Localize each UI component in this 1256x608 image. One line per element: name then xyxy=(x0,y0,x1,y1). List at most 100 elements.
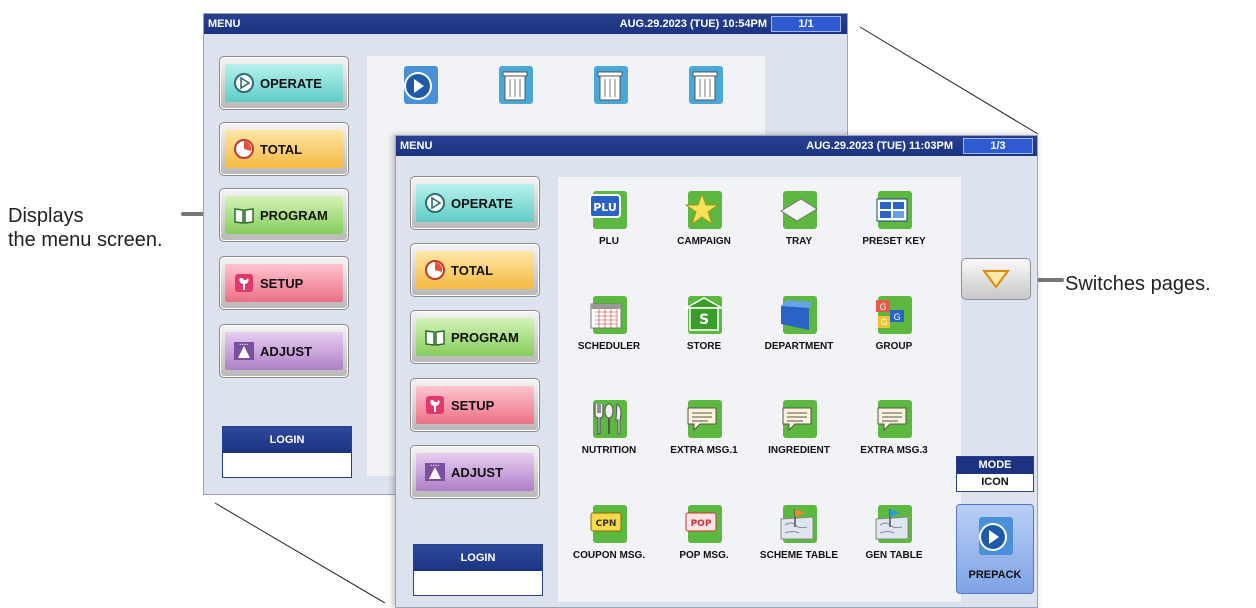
menu-screen-page-1-of-3: MENU AUG.29.2023 (TUE) 11:03PM 1/3 OPERA… xyxy=(395,135,1038,608)
message-icon xyxy=(687,400,722,438)
tile-label: GROUP xyxy=(875,341,913,352)
tray-icon xyxy=(780,191,818,229)
trash-icon xyxy=(499,66,533,104)
mode-value: ICON xyxy=(981,476,1009,488)
pop-msg-tile[interactable]: POP POP MSG. xyxy=(656,503,752,561)
operate-button[interactable]: OPERATE xyxy=(410,176,540,230)
coupon-icon: CPN xyxy=(590,505,627,543)
trash-icon xyxy=(689,66,723,104)
total-label: TOTAL xyxy=(260,141,303,157)
tile-label: CAMPAIGN xyxy=(677,236,731,247)
adjust-label: ADJUST xyxy=(260,343,313,359)
star-icon xyxy=(684,191,722,229)
menu-tile[interactable] xyxy=(562,64,658,104)
pie-clock-icon xyxy=(233,138,255,160)
extra-msg-3-tile[interactable]: EXTRA MSG.3 xyxy=(846,398,942,456)
group-icon: GGG xyxy=(876,296,912,334)
extra-msg-1-tile[interactable]: EXTRA MSG.1 xyxy=(656,398,752,456)
department-tile[interactable]: DEPARTMENT xyxy=(751,294,847,352)
play-icon xyxy=(404,66,438,104)
screen-title: MENU xyxy=(400,140,433,152)
preset-key-tile[interactable]: PRESET KEY xyxy=(846,189,942,247)
setup-button[interactable]: SETUP xyxy=(219,256,349,310)
login-box[interactable]: LOGIN xyxy=(222,426,352,478)
open-book-icon xyxy=(424,326,446,348)
coupon-msg-tile[interactable]: CPN COUPON MSG. xyxy=(561,503,657,561)
map-flag-icon xyxy=(780,505,817,543)
plu-tile[interactable]: PLU PLU xyxy=(561,189,657,247)
svg-text:G: G xyxy=(880,303,887,313)
operate-label: OPERATE xyxy=(451,195,513,211)
tile-label: SCHEME TABLE xyxy=(759,550,839,561)
menu-tile[interactable] xyxy=(657,64,753,104)
group-tile[interactable]: GGG GROUP xyxy=(846,294,942,352)
menu-tile[interactable] xyxy=(372,64,468,104)
adjust-button[interactable]: •••• ADJUST xyxy=(219,324,349,378)
total-button[interactable]: TOTAL xyxy=(219,122,349,176)
program-button[interactable]: PROGRAM xyxy=(219,188,349,242)
operate-label: OPERATE xyxy=(260,75,322,91)
gen-table-tile[interactable]: GEN TABLE xyxy=(846,503,942,561)
scale-icon: •••• xyxy=(233,340,255,362)
title-bar: MENU AUG.29.2023 (TUE) 11:03PM 1/3 xyxy=(396,136,1037,156)
tile-label: NUTRITION xyxy=(581,445,637,456)
tile-label: PLU xyxy=(599,236,619,247)
mode-indicator[interactable]: MODE ICON xyxy=(956,456,1034,492)
program-label: PROGRAM xyxy=(260,207,328,223)
store-tile[interactable]: S STORE xyxy=(656,294,752,352)
svg-text:G: G xyxy=(894,313,901,323)
title-bar: MENU AUG.29.2023 (TUE) 10:54PM 1/1 xyxy=(204,14,847,34)
play-circle-icon xyxy=(233,72,255,94)
program-button[interactable]: PROGRAM xyxy=(410,310,540,364)
setup-button[interactable]: SETUP xyxy=(410,378,540,432)
preset-key-icon xyxy=(876,191,912,229)
svg-text:••••: •••• xyxy=(430,463,439,468)
tile-label: GEN TABLE xyxy=(865,550,923,561)
wrench-icon xyxy=(233,272,255,294)
setup-label: SETUP xyxy=(451,397,495,413)
scale-icon: •••• xyxy=(424,461,446,483)
scheduler-tile[interactable]: SCHEDULER xyxy=(561,294,657,352)
nutrition-tile[interactable]: NUTRITION xyxy=(561,398,657,456)
tile-label: SCHEDULER xyxy=(577,341,641,352)
icon-panel: PLU PLU CAMPAIGN TRAY PRESET KEY SCHEDUL… xyxy=(558,177,961,602)
mode-label: MODE xyxy=(957,457,1033,474)
callout-switch-pages: Switches pages. xyxy=(1065,273,1211,295)
svg-text:S: S xyxy=(699,312,709,328)
login-box[interactable]: LOGIN xyxy=(413,544,543,596)
message-icon xyxy=(782,400,817,438)
map-flag-icon xyxy=(875,505,912,543)
page-down-button[interactable] xyxy=(961,258,1031,300)
tile-label: TRAY xyxy=(785,236,813,247)
scheme-table-tile[interactable]: SCHEME TABLE xyxy=(751,503,847,561)
open-book-icon xyxy=(233,204,255,226)
plu-icon: PLU xyxy=(589,191,627,229)
svg-text:••••: •••• xyxy=(239,342,248,347)
ingredient-tile[interactable]: INGREDIENT xyxy=(751,398,847,456)
program-label: PROGRAM xyxy=(451,329,519,345)
menu-tile[interactable] xyxy=(467,64,563,104)
page-indicator: 1/3 xyxy=(963,138,1033,154)
prepack-label: PREPACK xyxy=(968,569,1022,581)
tile-label: POP MSG. xyxy=(679,550,729,561)
operate-button[interactable]: OPERATE xyxy=(219,56,349,110)
campaign-tile[interactable]: CAMPAIGN xyxy=(656,189,752,247)
tile-label: COUPON MSG. xyxy=(572,550,646,561)
tray-tile[interactable]: TRAY xyxy=(751,189,847,247)
cutlery-icon xyxy=(593,400,627,438)
store-icon: S xyxy=(684,296,724,334)
play-icon xyxy=(979,517,1013,555)
tile-label: STORE xyxy=(686,341,722,352)
prepack-button[interactable]: PREPACK xyxy=(956,504,1034,594)
total-button[interactable]: TOTAL xyxy=(410,243,540,297)
svg-text:CPN: CPN xyxy=(596,519,617,529)
wrench-icon xyxy=(424,394,446,416)
svg-text:G: G xyxy=(881,318,888,328)
trash-icon xyxy=(594,66,628,104)
adjust-button[interactable]: •••• ADJUST xyxy=(410,445,540,499)
pie-clock-icon xyxy=(424,259,446,281)
date-time: AUG.29.2023 (TUE) 10:54PM xyxy=(619,18,767,30)
play-circle-icon xyxy=(424,192,446,214)
callout-menu-screen: Displays the menu screen. xyxy=(8,205,163,251)
tile-label: PRESET KEY xyxy=(862,236,926,247)
